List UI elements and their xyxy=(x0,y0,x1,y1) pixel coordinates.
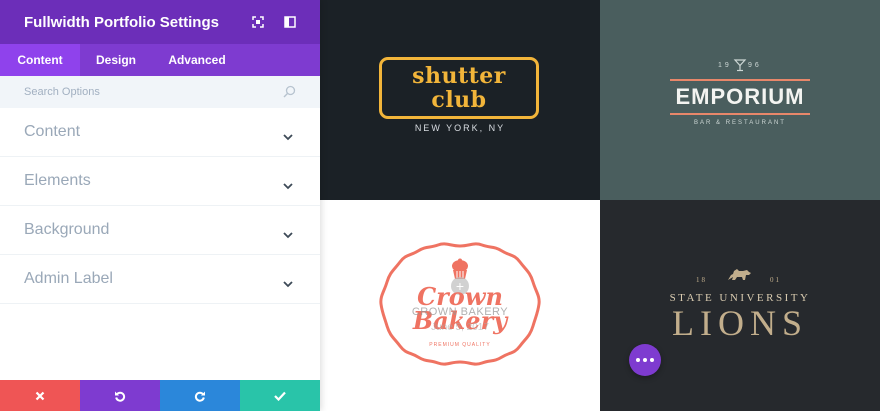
toggle-label: Admin Label xyxy=(24,270,113,287)
portfolio-item-shutter-club[interactable]: shutter club NEW YORK, NY xyxy=(320,0,600,200)
toggle-label: Content xyxy=(24,123,81,140)
redo-icon xyxy=(194,391,205,402)
search-bar xyxy=(0,76,320,108)
divider xyxy=(670,79,810,81)
chevron-down-icon xyxy=(283,177,293,195)
toggle-background[interactable]: Background xyxy=(0,206,320,255)
divider xyxy=(670,113,810,115)
logo-title: LIONS xyxy=(672,303,808,343)
undo-icon xyxy=(115,391,126,402)
year-right: 96 xyxy=(748,62,762,69)
redo-button[interactable] xyxy=(160,380,240,411)
chevron-down-icon xyxy=(283,128,293,146)
portfolio-item-date: June 5, 2017 xyxy=(431,322,489,333)
sidebar-toggle-icon[interactable] xyxy=(282,14,298,30)
logo-text: shutter xyxy=(412,63,506,89)
year-left: 18 xyxy=(696,276,707,284)
more-options-button[interactable] xyxy=(629,344,661,376)
dot-icon xyxy=(636,358,640,362)
panel-tabs: Content Design Advanced xyxy=(0,44,320,76)
dot-icon xyxy=(650,358,654,362)
expand-icon[interactable] xyxy=(250,14,266,30)
logo-subtitle: BAR & RESTAURANT xyxy=(694,120,786,126)
toggle-content[interactable]: Content xyxy=(0,108,320,157)
close-icon xyxy=(35,391,45,400)
year-left: 19 xyxy=(718,62,732,69)
toggle-admin-label[interactable]: Admin Label xyxy=(0,255,320,304)
portfolio-item-crown-bakery[interactable]: + Crown Bakery CROWN BAKERY June 5, 2017… xyxy=(320,200,600,411)
portfolio-item-title: CROWN BAKERY xyxy=(411,306,509,318)
logo-subtitle: PREMIUM QUALITY xyxy=(429,342,491,348)
portfolio-item-emporium[interactable]: 19 96 EMPORIUM BAR & RESTAURANT xyxy=(600,0,880,200)
lion-icon xyxy=(728,269,751,280)
discard-button[interactable] xyxy=(0,380,80,411)
undo-button[interactable] xyxy=(80,380,160,411)
toggle-label: Elements xyxy=(24,172,91,189)
year-right: 01 xyxy=(770,276,781,284)
cocktail-glass-icon xyxy=(733,59,747,72)
logo-subtitle: NEW YORK, NY xyxy=(414,123,506,133)
toggle-elements[interactable]: Elements xyxy=(0,157,320,206)
tab-advanced[interactable]: Advanced xyxy=(152,44,242,76)
chevron-down-icon xyxy=(283,275,293,293)
settings-panel: Fullwidth Portfolio Settings Content Des… xyxy=(0,0,320,411)
logo-title: EMPORIUM xyxy=(675,84,805,109)
panel-header: Fullwidth Portfolio Settings xyxy=(0,0,320,44)
logo-text: club xyxy=(431,87,487,113)
search-input[interactable] xyxy=(24,86,264,98)
tab-content[interactable]: Content xyxy=(0,44,80,76)
portfolio-item-state-university-lions[interactable]: 18 01 STATE UNIVERSITY LIONS xyxy=(600,200,880,411)
builder-canvas: Fullwidth Portfolio Settings Content Des… xyxy=(0,0,880,411)
toggle-label: Background xyxy=(24,221,110,238)
save-button[interactable] xyxy=(240,380,320,411)
check-icon xyxy=(274,391,286,401)
action-bar xyxy=(0,380,320,411)
tab-design[interactable]: Design xyxy=(80,44,152,76)
search-icon[interactable] xyxy=(283,85,296,103)
panel-title: Fullwidth Portfolio Settings xyxy=(24,13,219,31)
shutter-club-logo: shutter club xyxy=(379,57,539,119)
chevron-down-icon xyxy=(283,226,293,244)
dot-icon xyxy=(643,358,647,362)
